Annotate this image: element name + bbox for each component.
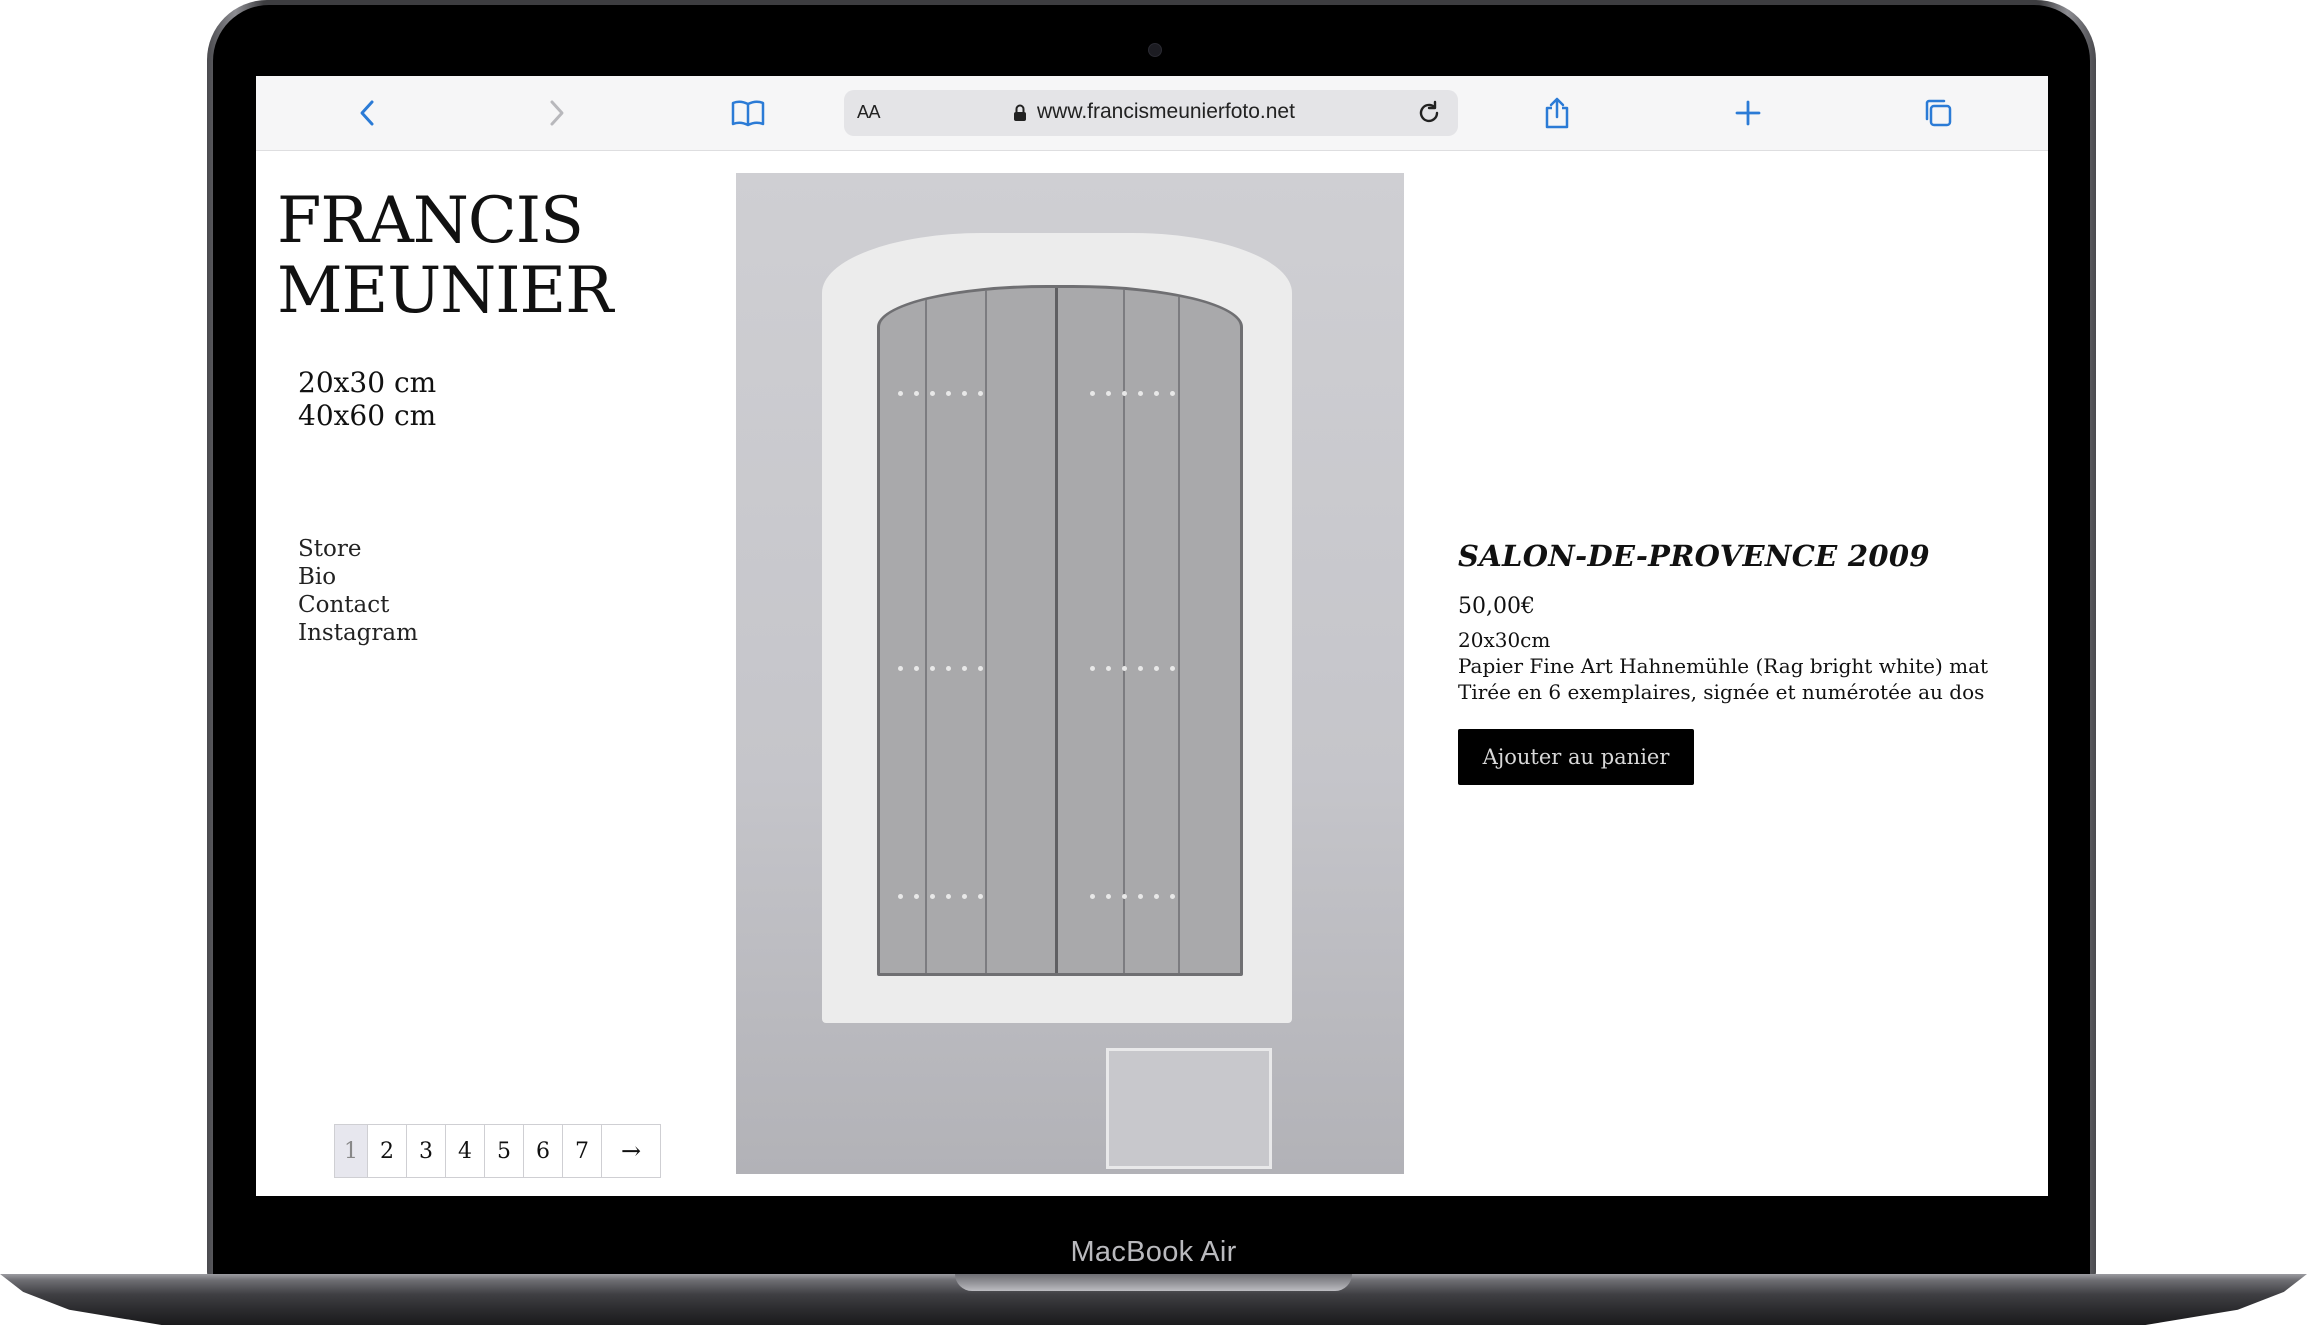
new-tab-button[interactable] — [1728, 93, 1768, 133]
page-1[interactable]: 1 — [335, 1125, 368, 1177]
site-title-line-2: MEUNIER — [277, 254, 613, 328]
back-button[interactable] — [347, 93, 387, 133]
browser-toolbar: AA www.francismeunierfoto.net — [256, 76, 2048, 151]
product-paper: Papier Fine Art Hahnemühle (Rag bright w… — [1458, 654, 1989, 678]
reader-options-button[interactable]: AA — [857, 102, 881, 123]
product-photo — [736, 173, 1404, 1174]
page-3[interactable]: 3 — [407, 1125, 446, 1177]
page-2[interactable]: 2 — [368, 1125, 407, 1177]
product-title: SALON-DE-PROVENCE 2009 — [1458, 539, 1930, 573]
product-description: 20x30cm Papier Fine Art Hahnemühle (Rag … — [1458, 627, 2038, 705]
window-shutter — [877, 285, 1243, 976]
nav-link-instagram[interactable]: Instagram — [298, 619, 418, 647]
size-options: 20x30 cm 40x60 cm — [298, 366, 436, 432]
size-option[interactable]: 40x60 cm — [298, 399, 436, 432]
chevron-right-icon — [550, 100, 564, 126]
pagination: 1 2 3 4 5 6 7 → — [334, 1124, 661, 1178]
lock-icon — [1013, 104, 1027, 127]
share-icon — [1545, 97, 1569, 129]
page-4[interactable]: 4 — [446, 1125, 485, 1177]
tabs-icon — [1925, 99, 1952, 127]
address-bar[interactable]: AA www.francismeunierfoto.net — [844, 90, 1458, 136]
wall-vent — [1106, 1048, 1272, 1169]
page-7[interactable]: 7 — [563, 1125, 602, 1177]
product-info: SALON-DE-PROVENCE 2009 50,00€ 20x30cm Pa… — [1458, 539, 2038, 785]
bookmarks-button[interactable] — [728, 93, 768, 133]
laptop-hinge-notch — [955, 1274, 1352, 1291]
add-to-cart-button[interactable]: Ajouter au panier — [1458, 729, 1694, 785]
product-price: 50,00€ — [1458, 594, 1535, 619]
size-option[interactable]: 20x30 cm — [298, 366, 436, 399]
page-6[interactable]: 6 — [524, 1125, 563, 1177]
tabs-button[interactable] — [1918, 93, 1958, 133]
url-text: www.francismeunierfoto.net — [1037, 100, 1295, 123]
screen: AA www.francismeunierfoto.net FRANCIS ME… — [256, 76, 2048, 1196]
camera — [1148, 43, 1162, 57]
site-title-line-1: FRANCIS — [277, 184, 584, 258]
site-title[interactable]: FRANCIS MEUNIER — [277, 184, 613, 328]
plus-icon — [1735, 100, 1761, 126]
main-nav: Store Bio Contact Instagram — [298, 535, 418, 647]
page-5[interactable]: 5 — [485, 1125, 524, 1177]
reload-icon[interactable] — [1416, 100, 1442, 131]
share-button[interactable] — [1537, 93, 1577, 133]
product-edition: Tirée en 6 exemplaires, signée et numéro… — [1458, 680, 1985, 704]
nav-link-contact[interactable]: Contact — [298, 591, 418, 619]
next-page-arrow[interactable]: → — [602, 1125, 660, 1177]
nav-link-bio[interactable]: Bio — [298, 563, 418, 591]
chevron-left-icon — [360, 100, 374, 126]
forward-button[interactable] — [537, 93, 577, 133]
nav-link-store[interactable]: Store — [298, 535, 418, 563]
product-format: 20x30cm — [1458, 628, 1551, 652]
device-label: MacBook Air — [1070, 1236, 1237, 1268]
aa-label: AA — [857, 102, 881, 122]
book-icon — [731, 100, 765, 127]
